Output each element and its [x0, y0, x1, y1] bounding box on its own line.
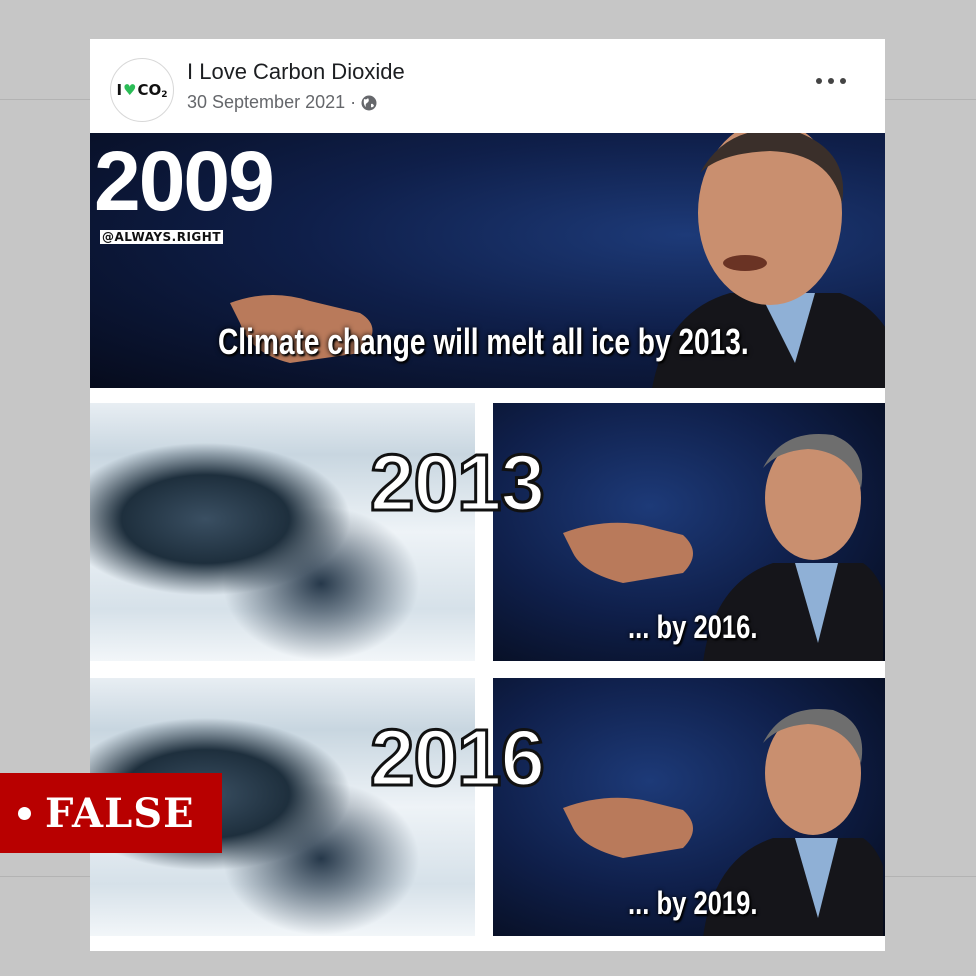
avatar-letter: I	[116, 81, 123, 99]
caption-by-2019: ... by 2019.	[628, 885, 758, 921]
background-divider	[885, 876, 976, 877]
year-2013-label: 2013	[369, 438, 547, 527]
avatar-co2-text: CO	[137, 81, 162, 99]
background-divider	[0, 876, 90, 877]
post-date[interactable]: 30 September 2021 ·	[187, 92, 356, 113]
top-quote: Climate change will melt all ice by 2013…	[218, 321, 749, 362]
background-divider	[885, 99, 976, 100]
meme-top-panel: 2009 @ALWAYS.RIGHT Climate change will m…	[90, 133, 885, 388]
background-divider	[0, 99, 90, 100]
year-2016-label: 2016	[369, 713, 547, 802]
post-meta: 30 September 2021 ·	[187, 92, 378, 113]
globe-icon	[361, 95, 377, 110]
avatar-subscript: 2	[161, 90, 168, 100]
bullet-icon	[18, 806, 31, 820]
false-verdict-badge: FALSE	[0, 773, 222, 853]
post-header: I ♥ CO 2 I Love Carbon Dioxide 30 Septem…	[90, 39, 885, 133]
more-options-icon[interactable]	[816, 73, 846, 89]
page-avatar[interactable]: I ♥ CO 2	[110, 58, 174, 122]
heart-icon: ♥	[123, 81, 137, 99]
caption-by-2016: ... by 2016.	[628, 609, 758, 645]
page-name-link[interactable]: I Love Carbon Dioxide	[187, 59, 405, 85]
watermark-handle: @ALWAYS.RIGHT	[100, 230, 224, 244]
year-2009-label: 2009	[94, 134, 275, 228]
false-label: FALSE	[45, 789, 195, 837]
